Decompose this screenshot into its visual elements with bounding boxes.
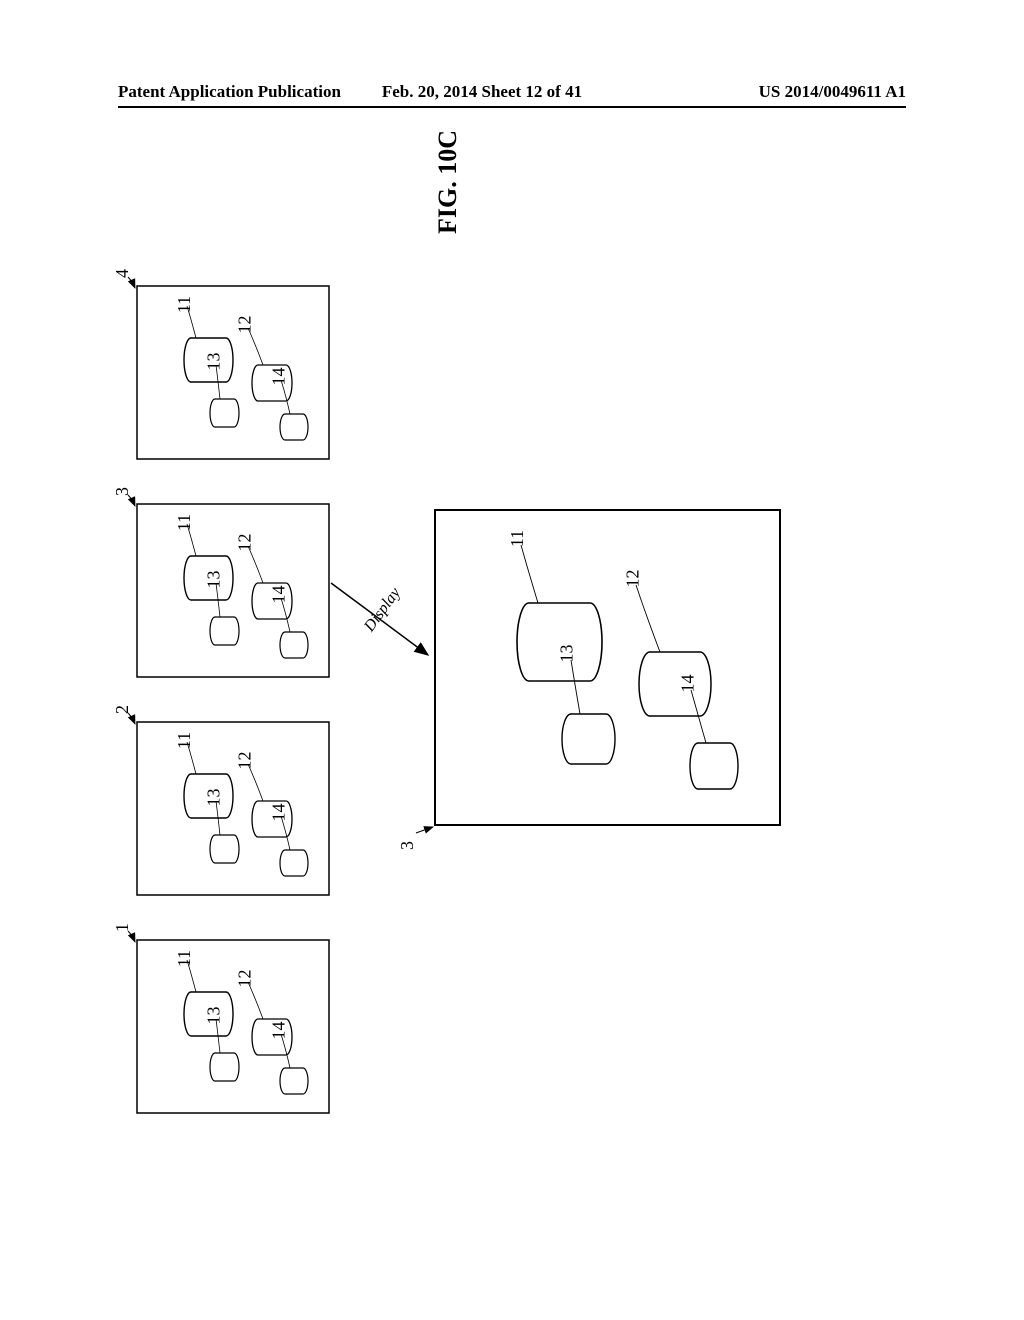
panel-2 bbox=[128, 713, 329, 895]
big-label-14: 14 bbox=[678, 675, 699, 693]
p1-label-12: 12 bbox=[235, 970, 256, 988]
p3-label-13: 13 bbox=[204, 571, 225, 589]
panel-3-number: 3 bbox=[112, 487, 133, 496]
panel-4-number: 4 bbox=[112, 269, 133, 278]
p4-label-14: 14 bbox=[269, 368, 290, 386]
cylinder-11-icon bbox=[184, 742, 233, 818]
page-header: Patent Application Publication Feb. 20, … bbox=[118, 82, 906, 102]
panel-1 bbox=[128, 931, 329, 1113]
p2-label-11: 11 bbox=[174, 732, 195, 749]
p2-label-14: 14 bbox=[269, 804, 290, 822]
p1-label-14: 14 bbox=[269, 1022, 290, 1040]
panel-3 bbox=[128, 495, 329, 677]
cylinder-12-icon bbox=[248, 764, 292, 837]
cylinder-11-icon bbox=[184, 960, 233, 1036]
cylinder-12-icon bbox=[636, 585, 711, 716]
panel-1-number: 1 bbox=[112, 923, 133, 932]
p1-label-11: 11 bbox=[174, 950, 195, 967]
panel-2-number: 2 bbox=[112, 705, 133, 714]
p3-label-11: 11 bbox=[174, 514, 195, 531]
big-label-11: 11 bbox=[507, 530, 528, 547]
p2-label-13: 13 bbox=[204, 789, 225, 807]
p2-label-12: 12 bbox=[235, 752, 256, 770]
panel-4 bbox=[128, 277, 329, 459]
cylinder-12-icon bbox=[248, 982, 292, 1055]
cylinder-11-icon bbox=[184, 306, 233, 382]
big-label-12: 12 bbox=[623, 570, 644, 588]
header-date-sheet: Feb. 20, 2014 Sheet 12 of 41 bbox=[382, 82, 582, 102]
cylinder-12-icon bbox=[248, 546, 292, 619]
p4-label-13: 13 bbox=[204, 353, 225, 371]
big-panel-3 bbox=[416, 510, 780, 833]
big-label-13: 13 bbox=[557, 645, 578, 663]
p4-label-11: 11 bbox=[174, 296, 195, 313]
cylinder-12-icon bbox=[248, 328, 292, 401]
big-panel-number: 3 bbox=[397, 841, 418, 850]
cylinder-11-icon bbox=[184, 524, 233, 600]
header-rule bbox=[118, 106, 906, 108]
p3-label-12: 12 bbox=[235, 534, 256, 552]
figure-svg bbox=[128, 155, 842, 1175]
header-publication-type: Patent Application Publication bbox=[118, 82, 341, 102]
header-publication-number: US 2014/0049611 A1 bbox=[759, 82, 906, 102]
p1-label-13: 13 bbox=[204, 1007, 225, 1025]
page: Patent Application Publication Feb. 20, … bbox=[0, 0, 1024, 1320]
figure-canvas: FIG. 10C bbox=[128, 155, 842, 1175]
p4-label-12: 12 bbox=[235, 316, 256, 334]
p3-label-14: 14 bbox=[269, 586, 290, 604]
